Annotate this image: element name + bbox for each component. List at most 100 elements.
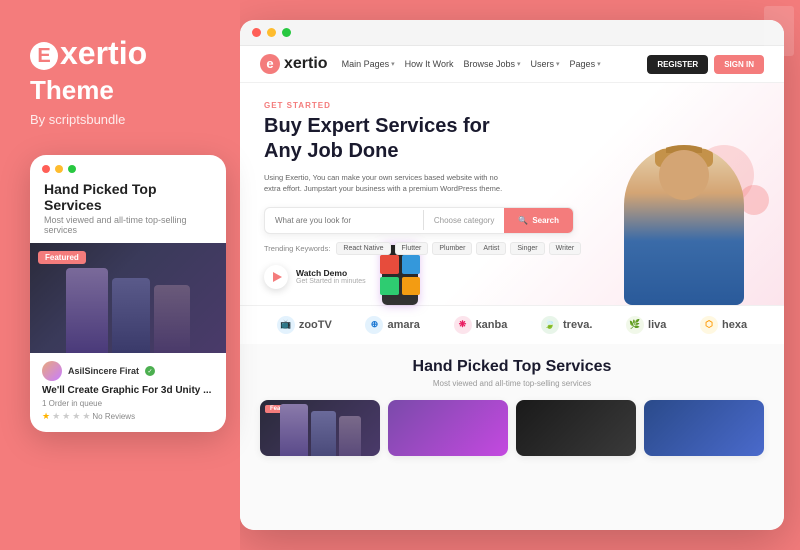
register-button[interactable]: REGISTER <box>647 55 708 74</box>
hero-tag: GET STARTED <box>264 101 760 110</box>
watch-label: Watch Demo <box>296 268 366 278</box>
treva-icon: 🍃 <box>541 316 559 334</box>
nav-how-it-work[interactable]: How It Work <box>405 59 454 69</box>
services-section: Hand Picked Top Services Most viewed and… <box>240 344 784 531</box>
trending-tag-2[interactable]: Plumber <box>432 242 472 255</box>
trending-tag-4[interactable]: Singer <box>510 242 544 255</box>
review-text: No Reviews <box>92 412 135 421</box>
card-rating: ★ ★ ★ ★ ★ No Reviews <box>42 411 214 422</box>
service-card-2[interactable] <box>516 400 636 456</box>
partner-name: zooTV <box>299 319 332 331</box>
trending-tags: React Native Flutter Plumber Artist Sing… <box>336 242 581 255</box>
service-card-1[interactable] <box>388 400 508 456</box>
partner-liva: 🌿 liva <box>626 316 666 334</box>
chevron-down-icon: ▾ <box>556 60 560 68</box>
service-card-0[interactable]: Featured <box>260 400 380 456</box>
star-empty-icon: ★ <box>82 411 90 422</box>
logo-text: xertio <box>284 55 328 73</box>
search-button[interactable]: 🔍 Search <box>504 208 573 233</box>
card-user-row: AsilSincere Firat <box>42 361 214 381</box>
figure <box>280 404 308 456</box>
partner-kanba: ❋ kanba <box>454 316 508 334</box>
play-icon <box>273 272 282 282</box>
card-subheading: Most viewed and all-time top-selling ser… <box>30 215 226 243</box>
star-empty-icon: ★ <box>52 411 60 422</box>
site-nav: e xertio Main Pages ▾ How It Work Browse… <box>240 46 784 83</box>
verified-icon <box>145 366 155 376</box>
browser-dot-yellow[interactable] <box>267 28 276 37</box>
chevron-down-icon: ▾ <box>517 60 521 68</box>
services-grid: Featured <box>260 400 764 456</box>
logo-e-icon: e <box>260 54 280 74</box>
card-orders: 1 Order in queue <box>42 399 214 408</box>
brand-by: By scriptsbundle <box>30 112 216 127</box>
card-heading: Hand Picked Top Services <box>30 179 226 215</box>
partner-name: hexa <box>722 319 747 331</box>
figure-3 <box>154 285 190 353</box>
nav-pages[interactable]: Pages ▾ <box>570 59 601 69</box>
brand-e-icon: E <box>30 42 58 70</box>
hexa-icon: ⬡ <box>700 316 718 334</box>
partners-bar: 📺 zooTV ⊕ amara ❋ kanba 🍃 treva. 🌿 liva … <box>240 305 784 344</box>
nav-browse-jobs[interactable]: Browse Jobs ▾ <box>463 59 520 69</box>
left-panel: Exertio Theme By scriptsbundle Hand Pick… <box>0 0 240 550</box>
service-image-3 <box>644 400 764 456</box>
service-card-3[interactable] <box>644 400 764 456</box>
site-logo: e xertio <box>260 54 328 74</box>
hero-description: Using Exertio, You can make your own ser… <box>264 172 504 195</box>
service-image-2 <box>516 400 636 456</box>
hero-left: GET STARTED Buy Expert Services for Any … <box>264 101 760 289</box>
browser-dot-red[interactable] <box>252 28 261 37</box>
dot-yellow <box>55 165 63 173</box>
nav-links: Main Pages ▾ How It Work Browse Jobs ▾ U… <box>342 59 634 69</box>
card-image: Featured <box>30 243 226 353</box>
partner-zootv: 📺 zooTV <box>277 316 332 334</box>
card-footer: AsilSincere Firat We'll Create Graphic F… <box>30 353 226 432</box>
search-category[interactable]: Choose category <box>424 209 504 232</box>
trending-row: Trending Keywords: React Native Flutter … <box>264 242 760 255</box>
play-button[interactable] <box>264 265 288 289</box>
dot-red <box>42 165 50 173</box>
partner-amara: ⊕ amara <box>365 316 419 334</box>
trending-tag-3[interactable]: Artist <box>476 242 506 255</box>
search-input[interactable] <box>265 209 423 232</box>
trending-tag-5[interactable]: Writer <box>549 242 582 255</box>
star-empty-icon: ★ <box>72 411 80 422</box>
service-image-1 <box>388 400 508 456</box>
partner-name: kanba <box>476 319 508 331</box>
services-title: Hand Picked Top Services <box>260 358 764 376</box>
mobile-card: Hand Picked Top Services Most viewed and… <box>30 155 226 432</box>
search-bar: Choose category 🔍 Search <box>264 207 574 234</box>
trending-tag-0[interactable]: React Native <box>336 242 390 255</box>
browser-dot-green[interactable] <box>282 28 291 37</box>
watch-text: Watch Demo Get Started in minutes <box>296 268 366 285</box>
outer-wrapper: Exertio Theme By scriptsbundle Hand Pick… <box>0 0 800 550</box>
chevron-down-icon: ▾ <box>597 60 601 68</box>
figure-1 <box>66 268 108 353</box>
nav-main-pages[interactable]: Main Pages ▾ <box>342 59 395 69</box>
trending-tag-1[interactable]: Flutter <box>395 242 429 255</box>
liva-icon: 🌿 <box>626 316 644 334</box>
nav-users[interactable]: Users ▾ <box>531 59 560 69</box>
nav-buttons: REGISTER SIGN IN <box>647 55 764 74</box>
card-username: AsilSincere Firat <box>68 366 139 376</box>
browser-bar <box>240 20 784 46</box>
featured-badge: Featured <box>38 251 86 264</box>
star-empty-icon: ★ <box>62 411 70 422</box>
hero-title: Buy Expert Services for Any Job Done <box>264 114 524 164</box>
service-image-0: Featured <box>260 400 380 456</box>
card-figures <box>30 268 226 353</box>
figure-2 <box>112 278 150 353</box>
services-subtitle: Most viewed and all-time top-selling ser… <box>260 379 764 388</box>
partner-name: treva. <box>563 319 592 331</box>
kanba-icon: ❋ <box>454 316 472 334</box>
partner-hexa: ⬡ hexa <box>700 316 747 334</box>
search-icon: 🔍 <box>518 216 528 225</box>
browser-panel: e xertio Main Pages ▾ How It Work Browse… <box>240 20 784 530</box>
card-service-title: We'll Create Graphic For 3d Unity ... <box>42 385 214 396</box>
hero-section: GET STARTED Buy Expert Services for Any … <box>240 83 784 305</box>
signin-button[interactable]: SIGN IN <box>714 55 764 74</box>
zootv-icon: 📺 <box>277 316 295 334</box>
dot-green <box>68 165 76 173</box>
trending-label: Trending Keywords: <box>264 244 330 253</box>
